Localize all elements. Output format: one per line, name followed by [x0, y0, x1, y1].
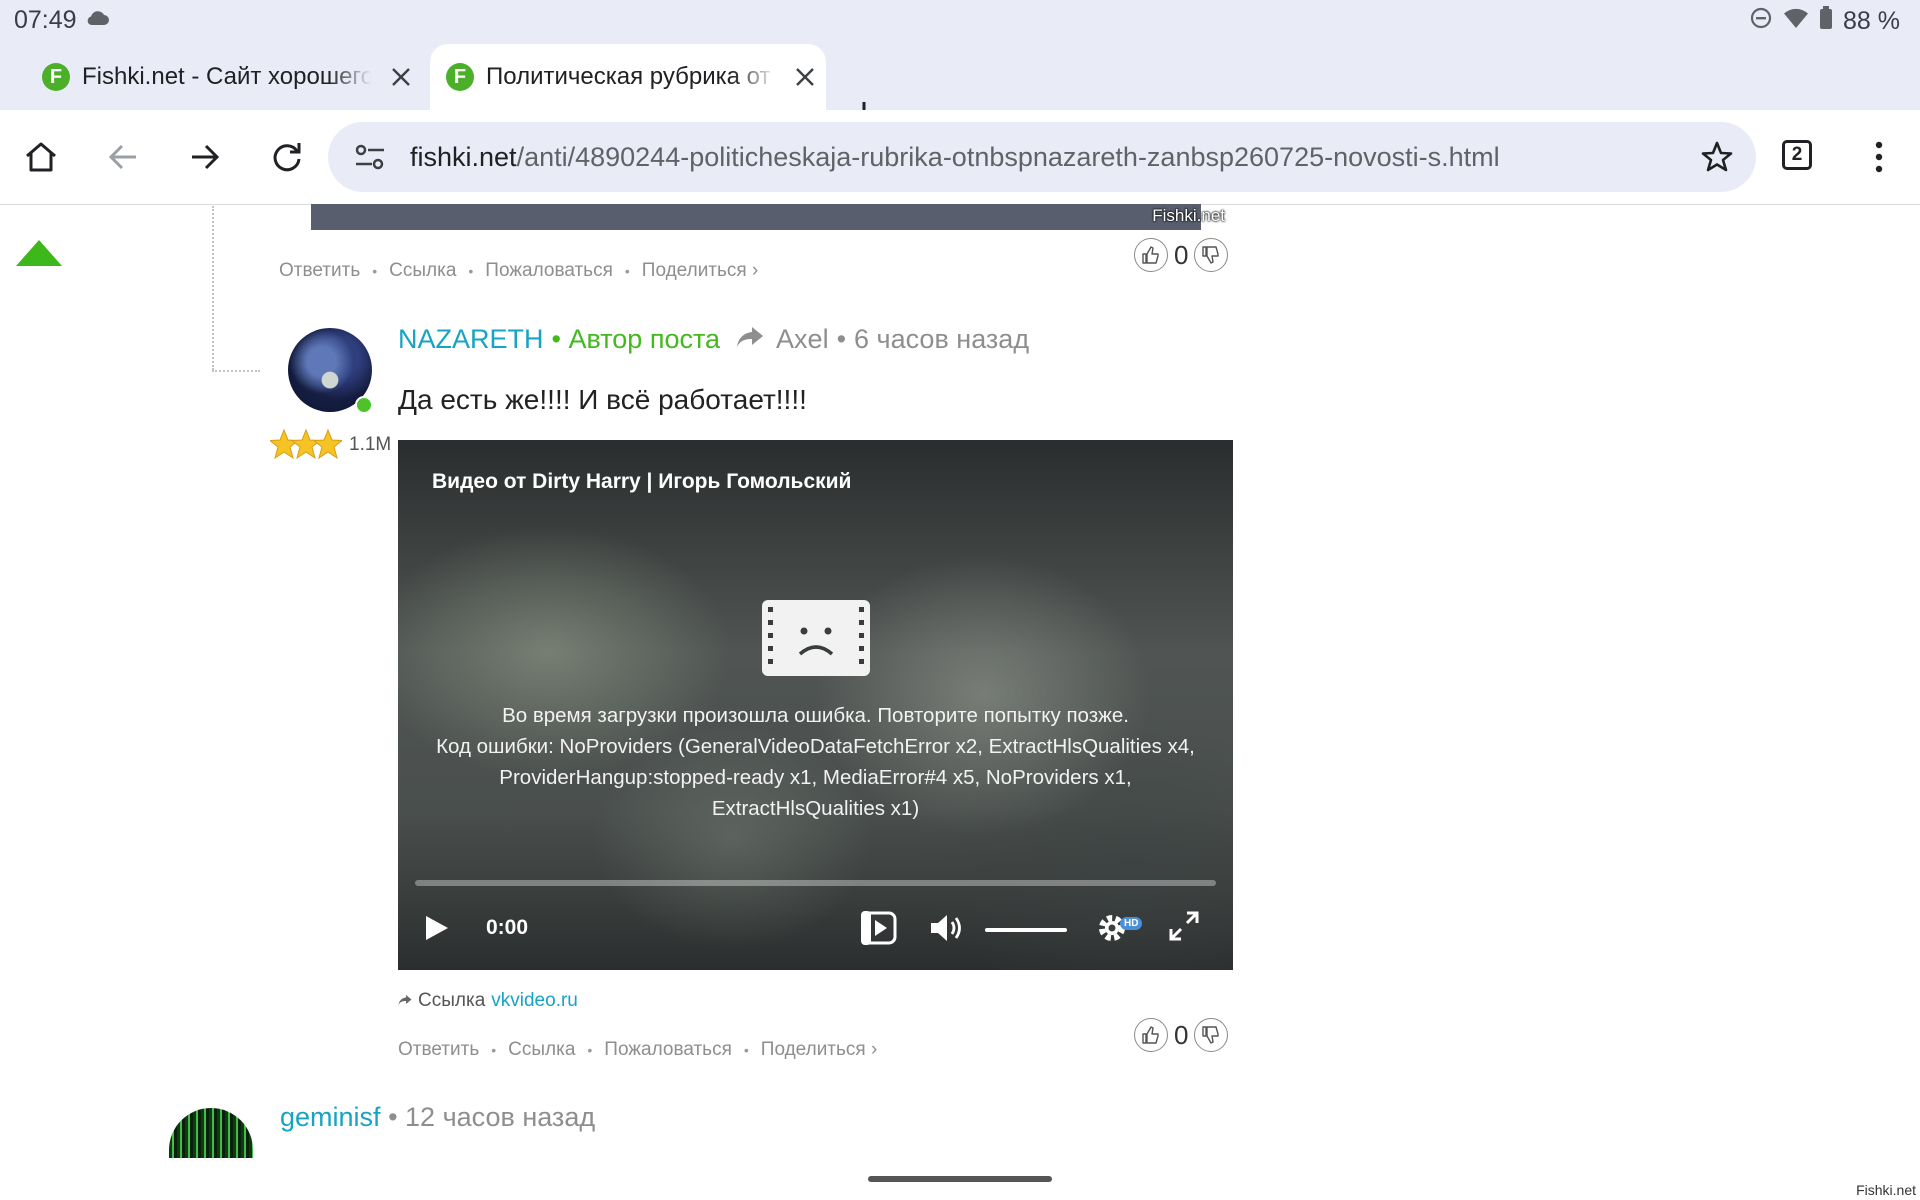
comment-text: Да есть же!!!! И всё работает!!!! — [398, 384, 807, 415]
previous-comment-votes: 0 — [1134, 238, 1229, 272]
previous-comment-actions: Ответить • Ссылка • Пожаловаться • Подел… — [279, 260, 759, 282]
report-link[interactable]: Пожаловаться — [604, 1039, 732, 1061]
tab-fishki-home[interactable]: F Fishki.net - Сайт хорошего настроения — [26, 44, 426, 110]
autoplay-button[interactable] — [860, 910, 898, 946]
status-bar: 07:49 88 % — [0, 0, 1920, 40]
reply-link[interactable]: Ответить — [279, 260, 360, 282]
tab-political-column[interactable]: F Политическая рубрика от NAZARETH — [430, 44, 826, 110]
tab-title: Fishki.net - Сайт хорошего настроения — [82, 63, 372, 90]
comment-time[interactable]: 12 часов назад — [405, 1102, 595, 1132]
site-settings-icon[interactable] — [354, 142, 386, 177]
reply-link[interactable]: Ответить — [398, 1039, 479, 1061]
comment-header: geminisf • 12 часов назад — [280, 1102, 596, 1132]
vote-score: 0 — [1174, 1019, 1189, 1050]
thread-line — [212, 206, 214, 370]
share-arrow-icon — [398, 990, 412, 1012]
fullscreen-button[interactable] — [1168, 910, 1200, 942]
previous-comment-image[interactable]: Fishki.net — [311, 204, 1225, 230]
comment-header: NAZARETH • Автор поста Axel • 6 часов на… — [398, 324, 1030, 355]
favicon-icon: F — [446, 63, 474, 91]
play-button[interactable] — [422, 910, 452, 946]
volume-icon — [931, 915, 961, 941]
volume-slider[interactable] — [985, 928, 1067, 932]
address-bar[interactable]: fishki.net/anti/4890244-politicheskaja-r… — [328, 122, 1756, 192]
play-icon — [426, 916, 448, 940]
scroll-up-button[interactable] — [16, 240, 62, 271]
url-text: fishki.net/anti/4890244-politicheskaja-r… — [410, 142, 1500, 172]
hd-badge: HD — [1120, 917, 1143, 930]
video-error-message: Во время загрузки произошла ошибка. Повт… — [436, 704, 1195, 820]
source-label: Ссылка — [418, 990, 486, 1011]
video-error-icon — [760, 598, 872, 683]
comment-author-link[interactable]: NAZARETH — [398, 324, 544, 355]
thumbs-down-icon[interactable] — [1194, 1018, 1229, 1052]
dnd-icon — [1749, 6, 1773, 37]
source-domain-link[interactable]: vkvideo.ru — [491, 990, 578, 1012]
thumbs-up-icon[interactable] — [1134, 238, 1168, 272]
arrow-left-icon — [108, 144, 136, 170]
gesture-handle[interactable] — [868, 1176, 1052, 1182]
corner-watermark: Fishki.net — [1856, 1182, 1916, 1198]
permalink-link[interactable]: Ссылка — [389, 260, 456, 282]
volume-button[interactable] — [928, 910, 966, 946]
browser-toolbar: fishki.net/anti/4890244-politicheskaja-r… — [0, 110, 1920, 205]
favicon-icon: F — [42, 63, 70, 91]
comment-time[interactable]: 6 часов назад — [854, 324, 1029, 355]
share-link[interactable]: Поделиться › — [642, 260, 759, 282]
fullscreen-icon — [1169, 911, 1199, 941]
back-button[interactable] — [102, 136, 144, 178]
thumbs-up-icon[interactable] — [1134, 1018, 1168, 1052]
permalink-link[interactable]: Ссылка — [508, 1039, 575, 1061]
cloud-icon — [86, 10, 110, 31]
video-progress-bar[interactable] — [415, 880, 1216, 886]
more-vertical-icon — [1875, 141, 1883, 173]
status-time: 07:49 — [14, 6, 77, 34]
wifi-icon — [1783, 7, 1809, 36]
close-tab-icon[interactable] — [386, 62, 416, 92]
comment-author-link[interactable]: geminisf — [280, 1102, 381, 1132]
close-tab-icon[interactable] — [790, 62, 820, 92]
image-watermark: Fishki.net — [1152, 206, 1225, 225]
reload-button[interactable] — [266, 136, 308, 178]
comment-votes: 0 — [1134, 1018, 1229, 1052]
star-rating-icon — [270, 428, 342, 460]
autoplay-icon — [861, 911, 897, 945]
triangle-up-icon — [16, 240, 62, 266]
battery-icon — [1819, 6, 1833, 37]
home-icon — [26, 142, 56, 172]
reply-arrow-icon — [736, 324, 764, 355]
share-link[interactable]: Поделиться › — [761, 1039, 878, 1061]
bookmark-star-icon[interactable] — [1700, 140, 1734, 179]
battery-percent: 88 % — [1843, 7, 1900, 35]
thumbs-down-icon[interactable] — [1194, 238, 1229, 272]
user-rating: 1.1M — [349, 434, 392, 455]
source-link: Ссылка vkvideo.ru — [398, 990, 578, 1012]
video-title[interactable]: Видео от Dirty Harry | Игорь Гомольский — [432, 470, 851, 494]
tab-title: Политическая рубрика от NAZARETH — [486, 63, 776, 90]
home-button[interactable] — [20, 136, 62, 178]
vote-score: 0 — [1174, 239, 1189, 270]
thread-line — [212, 370, 260, 372]
rating-stars — [270, 428, 342, 464]
avatar[interactable] — [169, 1108, 253, 1158]
reply-to-user-link[interactable]: Axel — [776, 324, 829, 355]
tab-switcher-button[interactable]: 2 — [1782, 140, 1812, 170]
tab-strip: F Fishki.net - Сайт хорошего настроения … — [0, 40, 1920, 126]
video-time: 0:00 — [486, 916, 529, 939]
online-indicator — [355, 396, 373, 414]
arrow-right-icon — [192, 144, 220, 170]
author-badge: • Автор поста — [551, 324, 721, 354]
report-link[interactable]: Пожаловаться — [485, 260, 613, 282]
forward-button[interactable] — [184, 136, 226, 178]
menu-button[interactable] — [1858, 136, 1900, 178]
comment-actions: Ответить • Ссылка • Пожаловаться • Подел… — [398, 1039, 878, 1061]
video-player[interactable]: Видео от Dirty Harry | Игорь Гомольский … — [398, 440, 1233, 970]
reload-icon — [273, 143, 301, 172]
